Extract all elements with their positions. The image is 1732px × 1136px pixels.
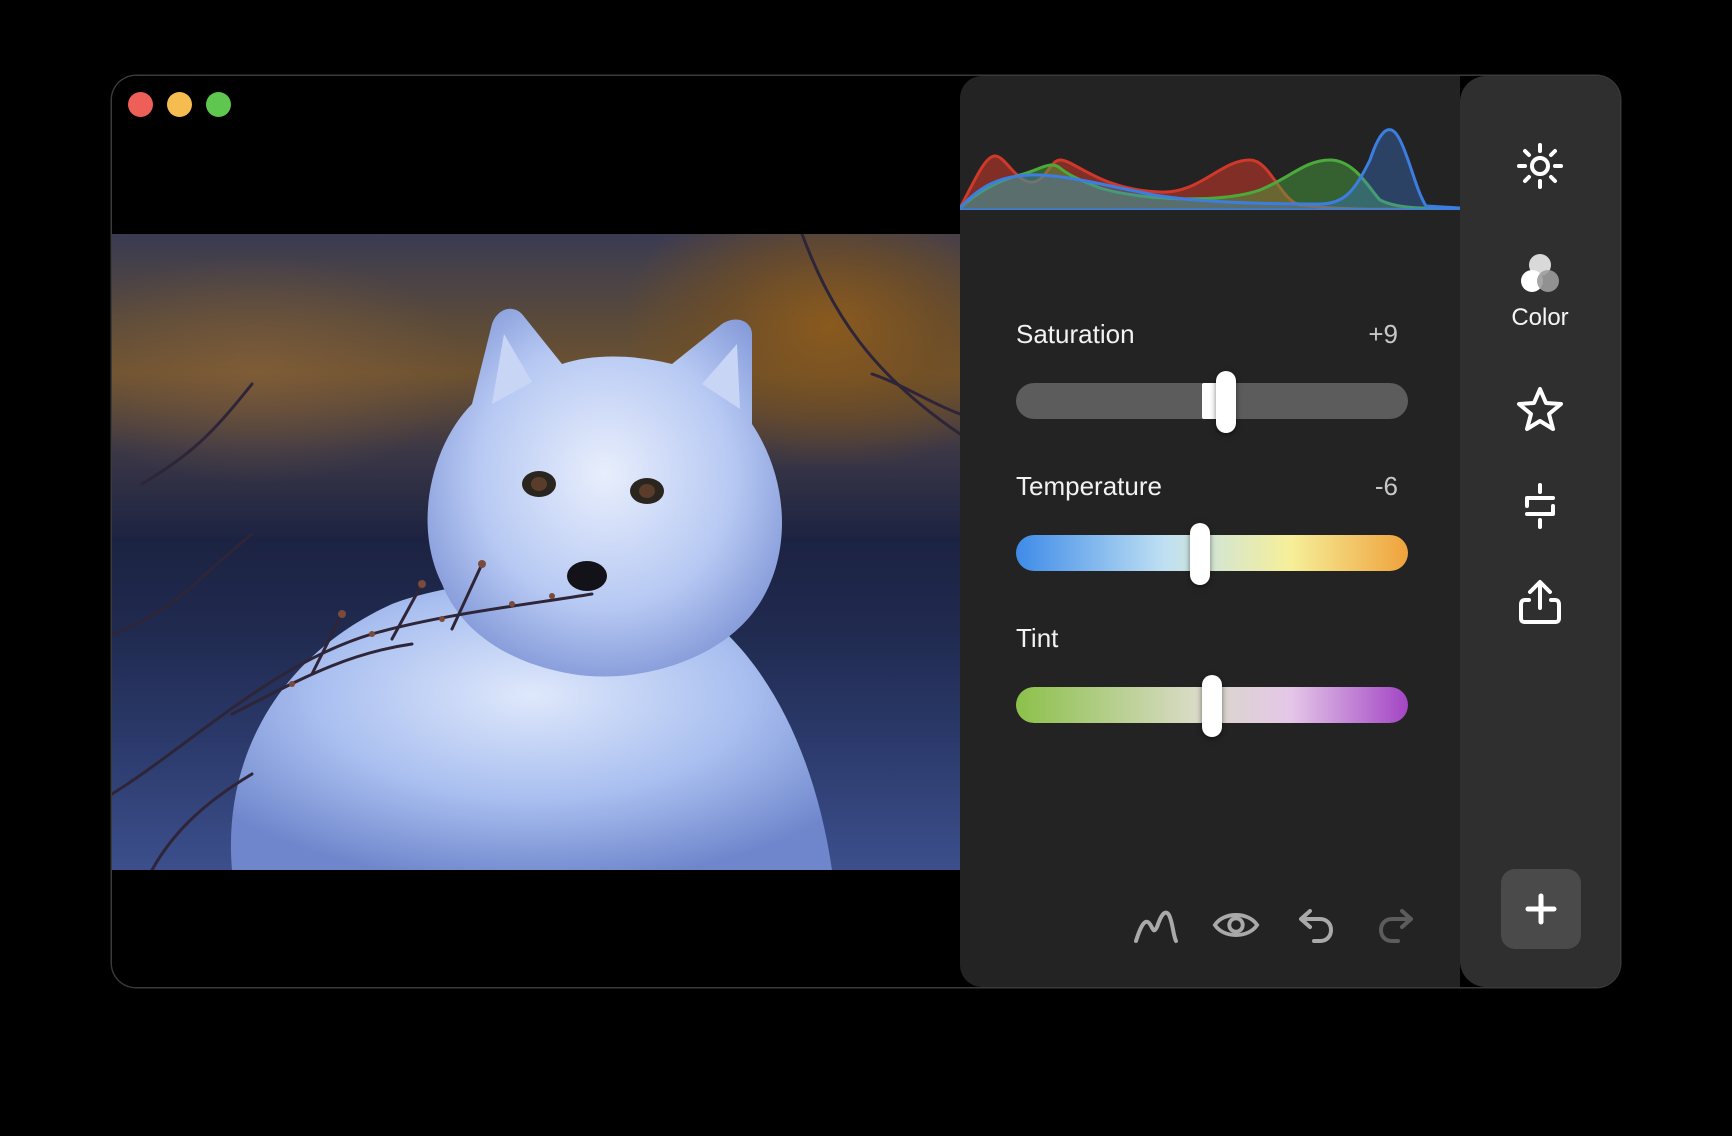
- rail-label-color: Color: [1511, 304, 1569, 331]
- tint-label: Tint: [1016, 623, 1059, 653]
- redo-icon[interactable]: [1372, 901, 1420, 949]
- bottom-toolbar: [1132, 901, 1420, 949]
- saturation-slider-track[interactable]: [1016, 383, 1408, 419]
- fox-illustration: [112, 234, 960, 870]
- temperature-label: Temperature: [1016, 471, 1162, 501]
- histogram: [960, 128, 1460, 210]
- rail-item-color[interactable]: Color: [1460, 252, 1620, 332]
- minimize-window-button[interactable]: [167, 92, 192, 117]
- close-window-button[interactable]: [128, 92, 153, 117]
- saturation-value: +9: [1368, 319, 1398, 349]
- sun-icon: [1517, 143, 1563, 189]
- temperature-value: -6: [1374, 471, 1398, 501]
- adjustments-panel: Saturation +9 Temperature -6 Tint: [960, 76, 1460, 987]
- photo-canvas: [112, 76, 960, 987]
- temperature-slider-knob[interactable]: [1190, 523, 1210, 585]
- tint-slider-knob[interactable]: [1202, 675, 1222, 737]
- rail-item-effects[interactable]: [1460, 386, 1620, 432]
- rail-item-crop[interactable]: [1460, 482, 1620, 530]
- app-window: Saturation +9 Temperature -6 Tint Color: [112, 76, 1620, 987]
- plus-icon: [1525, 893, 1557, 925]
- color-circles-icon: [1521, 254, 1559, 292]
- share-icon: [1519, 580, 1561, 624]
- arctic-fox-photo: [112, 234, 960, 870]
- window-controls: [128, 92, 231, 117]
- saturation-label: Saturation: [1016, 319, 1135, 349]
- tool-rail: Color: [1460, 76, 1620, 987]
- saturation-slider-knob[interactable]: [1216, 371, 1236, 433]
- eye-icon[interactable]: [1212, 901, 1260, 949]
- rail-item-share[interactable]: [1460, 578, 1620, 626]
- temperature-slider-track[interactable]: [1016, 535, 1408, 571]
- add-button[interactable]: [1501, 869, 1581, 949]
- crop-icon: [1525, 483, 1555, 529]
- undo-icon[interactable]: [1292, 901, 1340, 949]
- star-icon: [1517, 387, 1563, 431]
- rail-item-light[interactable]: [1460, 142, 1620, 190]
- zoom-window-button[interactable]: [206, 92, 231, 117]
- curves-icon[interactable]: [1132, 901, 1180, 949]
